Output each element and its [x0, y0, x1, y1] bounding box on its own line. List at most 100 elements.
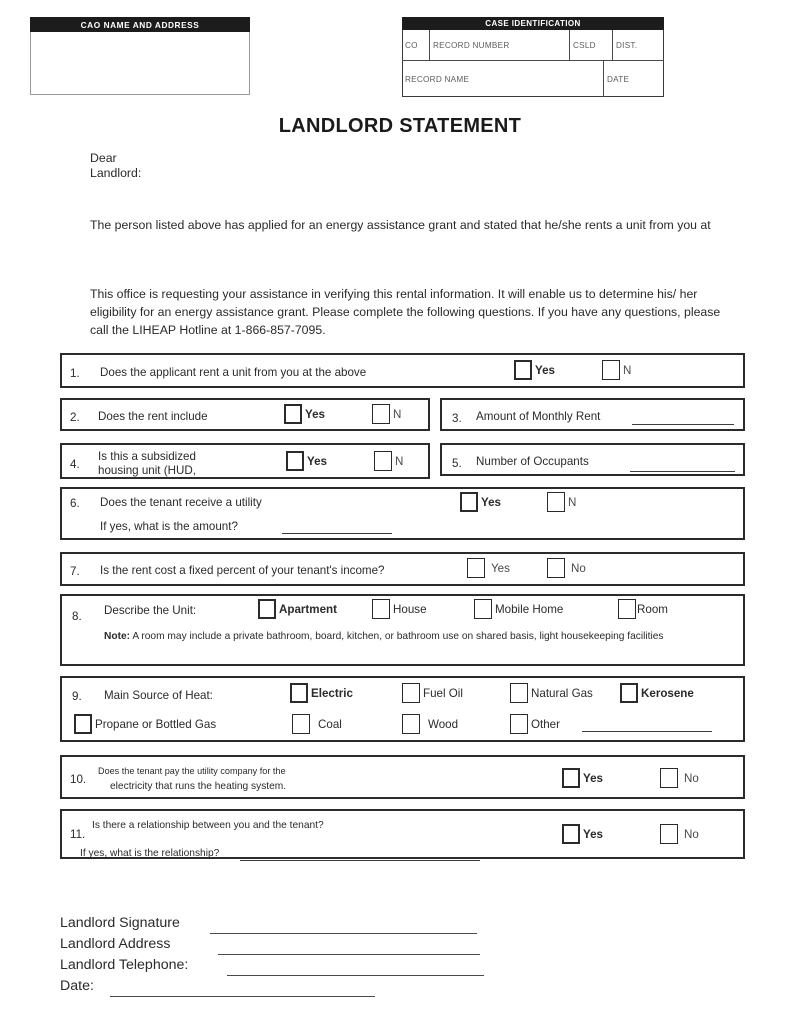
landlord-signature-input[interactable]: [210, 933, 477, 934]
question-3-amount-input[interactable]: [632, 424, 734, 425]
question-10-yes-option[interactable]: Yes: [562, 768, 603, 788]
checkbox-q4-no[interactable]: [374, 451, 392, 471]
checkbox-q9-kerosene[interactable]: [620, 683, 638, 703]
checkbox-q11-no[interactable]: [660, 824, 678, 844]
question-3-number: 3.: [452, 412, 462, 425]
question-2-yes-label: Yes: [305, 407, 325, 421]
question-8-option-room[interactable]: Room: [618, 599, 668, 619]
question-11-number: 11.: [70, 828, 86, 841]
case-id-cell-record-number[interactable]: RECORD NUMBER: [430, 30, 570, 60]
question-4-yes-option[interactable]: Yes: [286, 451, 327, 471]
question-2-number: 2.: [70, 411, 80, 424]
checkbox-q9-electric[interactable]: [290, 683, 308, 703]
question-4-text-line-2: housing unit (HUD,: [98, 464, 196, 477]
landlord-address-label: Landlord Address: [60, 936, 171, 952]
question-6-amount-input[interactable]: [282, 533, 392, 534]
question-11-no-option[interactable]: No: [660, 824, 699, 844]
question-9-option-kerosene[interactable]: Kerosene: [620, 683, 694, 703]
checkbox-q1-no[interactable]: [602, 360, 620, 380]
case-id-cell-co[interactable]: CO: [402, 30, 430, 60]
question-2-no-option[interactable]: N: [372, 404, 401, 424]
question-6-no-option[interactable]: N: [547, 492, 576, 512]
question-8-option-house[interactable]: House: [372, 599, 427, 619]
checkbox-q9-natural-gas[interactable]: [510, 683, 528, 703]
question-9-option-label-propane: Propane or Bottled Gas: [95, 717, 217, 731]
question-11-yes-option[interactable]: Yes: [562, 824, 603, 844]
question-10-no-label: No: [684, 771, 699, 785]
question-3-box: 3. Amount of Monthly Rent: [440, 398, 745, 431]
question-9-option-other[interactable]: Other: [510, 714, 560, 734]
question-3-text: Amount of Monthly Rent: [476, 410, 601, 423]
question-7-box: 7. Is the rent cost a fixed percent of y…: [60, 552, 745, 586]
question-5-box: 5. Number of Occupants: [440, 443, 745, 476]
checkbox-q7-yes[interactable]: [467, 558, 485, 578]
checkbox-q9-coal[interactable]: [292, 714, 310, 734]
question-9-option-fuel-oil[interactable]: Fuel Oil: [402, 683, 463, 703]
checkbox-q9-wood[interactable]: [402, 714, 420, 734]
case-id-cell-dist[interactable]: DIST.: [613, 30, 664, 60]
question-9-other-input[interactable]: [582, 731, 712, 732]
question-9-option-electric[interactable]: Electric: [290, 683, 353, 703]
checkbox-q4-yes[interactable]: [286, 451, 304, 471]
question-9-option-label-wood: Wood: [428, 717, 459, 731]
case-id-row-2: RECORD NAME DATE: [402, 61, 664, 97]
landlord-signature-label: Landlord Signature: [60, 915, 180, 931]
case-id-cell-date[interactable]: DATE: [604, 61, 664, 97]
question-9-option-label-coal: Coal: [318, 717, 342, 731]
checkbox-q6-yes[interactable]: [460, 492, 478, 512]
question-7-yes-option[interactable]: Yes: [467, 558, 510, 578]
checkbox-q6-no[interactable]: [547, 492, 565, 512]
landlord-address-input[interactable]: [218, 954, 480, 955]
checkbox-q10-yes[interactable]: [562, 768, 580, 788]
question-9-option-label-kerosene: Kerosene: [641, 686, 694, 700]
case-id-cell-csld[interactable]: CSLD: [570, 30, 613, 60]
checkbox-q7-no[interactable]: [547, 558, 565, 578]
question-5-number: 5.: [452, 457, 462, 470]
case-identification-grid: CO RECORD NUMBER CSLD DIST. RECORD NAME …: [402, 30, 664, 97]
question-6-text: Does the tenant receive a utility: [100, 496, 262, 509]
question-1-text: Does the applicant rent a unit from you …: [100, 366, 367, 379]
landlord-date-input[interactable]: [110, 996, 375, 997]
question-8-option-apartment[interactable]: Apartment: [258, 599, 337, 619]
question-9-option-coal[interactable]: Coal: [292, 714, 342, 734]
question-2-no-label: N: [393, 407, 402, 421]
checkbox-q1-yes[interactable]: [514, 360, 532, 380]
question-6-number: 6.: [70, 497, 80, 510]
checkbox-q9-propane[interactable]: [74, 714, 92, 734]
question-10-no-option[interactable]: No: [660, 768, 699, 788]
checkbox-q9-fuel-oil[interactable]: [402, 683, 420, 703]
checkbox-q8-mobile-home[interactable]: [474, 599, 492, 619]
checkbox-q8-house[interactable]: [372, 599, 390, 619]
question-1-yes-option[interactable]: Yes: [514, 360, 555, 380]
checkbox-q8-room[interactable]: [618, 599, 636, 619]
document-page: CAO NAME AND ADDRESS CASE IDENTIFICATION…: [0, 0, 800, 1035]
intro-paragraph-1: The person listed above has applied for …: [90, 218, 711, 232]
question-8-note-text: A room may include a private bathroom, b…: [132, 631, 664, 642]
checkbox-q8-apartment[interactable]: [258, 599, 276, 619]
case-id-cell-record-name[interactable]: RECORD NAME: [402, 61, 604, 97]
question-9-option-propane[interactable]: Propane or Bottled Gas: [74, 714, 216, 734]
checkbox-q2-no[interactable]: [372, 404, 390, 424]
question-9-option-natural-gas[interactable]: Natural Gas: [510, 683, 593, 703]
question-11-relationship-input[interactable]: [240, 860, 480, 861]
question-6-yes-option[interactable]: Yes: [460, 492, 501, 512]
question-10-number: 10.: [70, 773, 87, 786]
question-5-occupants-input[interactable]: [630, 471, 735, 472]
question-1-no-option[interactable]: N: [602, 360, 631, 380]
question-2-yes-option[interactable]: Yes: [284, 404, 325, 424]
checkbox-q2-yes[interactable]: [284, 404, 302, 424]
question-11-yes-label: Yes: [583, 827, 603, 841]
question-8-option-mobile-home[interactable]: Mobile Home: [474, 599, 563, 619]
checkbox-q11-yes[interactable]: [562, 824, 580, 844]
question-7-no-label: No: [571, 561, 586, 575]
question-8-text: Describe the Unit:: [104, 604, 197, 617]
question-4-no-option[interactable]: N: [374, 451, 403, 471]
question-9-option-wood[interactable]: Wood: [402, 714, 458, 734]
question-11-followup-text: If yes, what is the relationship?: [80, 848, 220, 859]
checkbox-q9-other[interactable]: [510, 714, 528, 734]
question-7-no-option[interactable]: No: [547, 558, 586, 578]
landlord-telephone-input[interactable]: [227, 975, 484, 976]
question-6-box: 6. Does the tenant receive a utility Yes…: [60, 487, 745, 540]
checkbox-q10-no[interactable]: [660, 768, 678, 788]
cao-name-address-input[interactable]: [31, 33, 249, 94]
